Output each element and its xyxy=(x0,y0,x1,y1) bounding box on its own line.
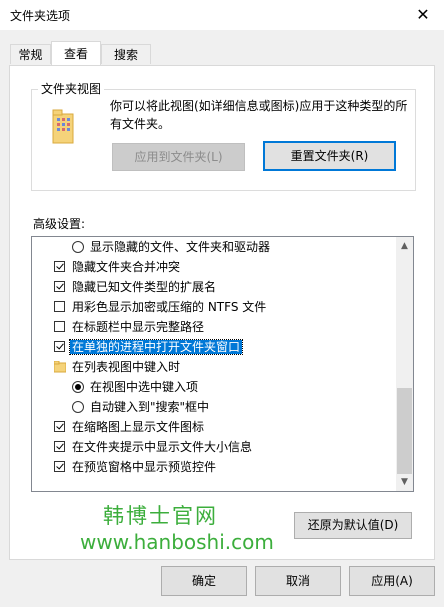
checkbox[interactable] xyxy=(54,281,65,292)
folder-view-icon xyxy=(52,109,74,144)
reset-folders-button[interactable]: 重置文件夹(R) xyxy=(263,141,396,171)
cancel-button[interactable]: 取消 xyxy=(255,566,341,596)
list-item[interactable]: 在文件夹提示中显示文件大小信息 xyxy=(54,437,252,457)
list-item[interactable]: 隐藏文件夹合并冲突 xyxy=(54,257,180,277)
scrollbar-thumb[interactable] xyxy=(397,388,412,474)
list-item[interactable]: 在预览窗格中显示预览控件 xyxy=(54,457,216,477)
list-item[interactable]: 自动键入到"搜索"框中 xyxy=(72,397,209,417)
radio-button[interactable] xyxy=(72,241,84,253)
list-item[interactable]: 显示隐藏的文件、文件夹和驱动器 xyxy=(72,237,270,257)
list-item[interactable]: 在列表视图中键入时 xyxy=(54,357,180,377)
list-item[interactable]: 隐藏已知文件类型的扩展名 xyxy=(54,277,216,297)
apply-to-folders-button[interactable]: 应用到文件夹(L) xyxy=(112,143,245,171)
checkbox[interactable] xyxy=(54,321,65,332)
close-icon[interactable]: ✕ xyxy=(412,4,434,26)
apply-button[interactable]: 应用(A) xyxy=(349,566,435,596)
checkbox[interactable] xyxy=(54,461,65,472)
watermark-title: 韩博士官网 xyxy=(103,504,218,528)
advanced-settings-label: 高级设置: xyxy=(33,217,86,231)
list-item[interactable]: 在视图中选中键入项 xyxy=(72,377,198,397)
folder-icon xyxy=(54,361,66,373)
checkbox[interactable] xyxy=(54,261,65,272)
folder-view-description-2: 有文件夹。 xyxy=(110,117,171,131)
folder-view-description-1: 你可以将此视图(如详细信息或图标)应用于这种类型的所 xyxy=(110,99,408,113)
watermark-url: www.hanboshi.com xyxy=(80,530,274,554)
checkbox[interactable] xyxy=(54,301,65,312)
checkbox[interactable] xyxy=(54,341,65,352)
checkbox[interactable] xyxy=(54,441,65,452)
tab-view[interactable]: 查看 xyxy=(51,41,101,65)
scroll-down-icon[interactable]: ▼ xyxy=(396,474,413,491)
list-item[interactable]: 用彩色显示加密或压缩的 NTFS 文件 xyxy=(54,297,266,317)
folder-view-label: 文件夹视图 xyxy=(38,80,105,97)
window-title: 文件夹选项 xyxy=(10,9,71,23)
checkbox[interactable] xyxy=(54,421,65,432)
tab-search[interactable]: 搜索 xyxy=(101,44,151,64)
restore-defaults-button[interactable]: 还原为默认值(D) xyxy=(294,512,412,539)
radio-button[interactable] xyxy=(72,381,84,393)
list-item-selected[interactable]: 在单独的进程中打开文件夹窗口 xyxy=(54,337,244,357)
list-item[interactable]: 在标题栏中显示完整路径 xyxy=(54,317,204,337)
advanced-settings-list[interactable]: 显示隐藏的文件、文件夹和驱动器 隐藏文件夹合并冲突 隐藏已知文件类型的扩展名 用… xyxy=(31,236,414,492)
ok-button[interactable]: 确定 xyxy=(161,566,247,596)
radio-button[interactable] xyxy=(72,401,84,413)
list-item[interactable]: 在缩略图上显示文件图标 xyxy=(54,417,204,437)
tab-general[interactable]: 常规 xyxy=(10,44,51,64)
scroll-up-icon[interactable]: ▲ xyxy=(396,238,413,255)
